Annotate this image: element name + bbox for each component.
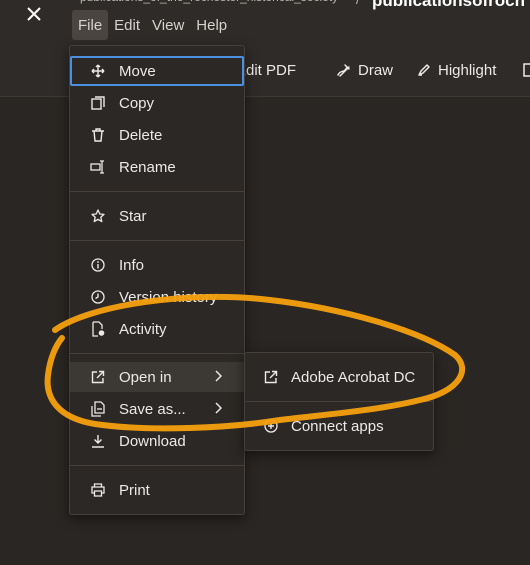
menu-item-label: Star: [119, 207, 147, 225]
comment-icon: [523, 63, 530, 77]
menu-item-label: Rename: [119, 158, 176, 176]
highlight-button[interactable]: Highlight: [416, 58, 496, 82]
document-title[interactable]: publicationsofroch: [372, 0, 525, 11]
menu-item-label: Print: [119, 481, 150, 499]
save-as-icon: [90, 401, 106, 417]
move-icon: [90, 63, 106, 79]
menu-item-move[interactable]: Move: [70, 56, 244, 86]
menu-item-copy[interactable]: Copy: [70, 88, 244, 118]
menu-item-label: Delete: [119, 126, 163, 144]
menu-item-label: Version history: [119, 288, 218, 306]
menu-item-open-in[interactable]: Open in: [70, 362, 244, 392]
copy-icon: [90, 95, 106, 111]
submenu-item-connect-apps[interactable]: Connect apps: [245, 411, 433, 441]
menu-divider: [70, 191, 244, 192]
menu-item-delete[interactable]: Delete: [70, 120, 244, 150]
comment-button[interactable]: [522, 58, 530, 82]
draw-button[interactable]: Draw: [336, 58, 393, 82]
menu-item-rename[interactable]: Rename: [70, 152, 244, 182]
submenu-item-label: Connect apps: [291, 417, 384, 435]
file-menu: Move Copy Delete Rename Star Info Versio…: [69, 45, 245, 515]
draw-label: Draw: [358, 61, 394, 79]
rename-icon: [90, 159, 106, 175]
star-icon: [90, 208, 106, 224]
menu-item-version-history[interactable]: Version history: [70, 282, 244, 312]
submenu-item-label: Adobe Acrobat DC: [291, 368, 416, 386]
menu-view[interactable]: View: [146, 10, 190, 40]
menu-item-label: Activity: [119, 320, 167, 338]
trash-icon: [90, 127, 106, 143]
open-in-submenu: Adobe Acrobat DC Connect apps: [244, 352, 434, 451]
menu-item-label: Move: [119, 62, 156, 80]
menu-item-star[interactable]: Star: [70, 201, 244, 231]
clock-icon: [90, 289, 106, 305]
submenu-item-adobe-acrobat[interactable]: Adobe Acrobat DC: [245, 362, 433, 392]
edit-pdf-button[interactable]: Edit PDF: [236, 58, 296, 82]
highlight-icon: [418, 64, 430, 76]
edit-pdf-label: Edit PDF: [236, 61, 297, 79]
menu-item-download[interactable]: Download: [70, 426, 244, 456]
draw-icon: [337, 64, 350, 77]
external-link-icon: [90, 369, 106, 385]
menu-item-activity[interactable]: Activity: [70, 314, 244, 344]
menu-item-label: Open in: [119, 368, 172, 386]
info-icon: [90, 257, 106, 273]
menu-item-label: Copy: [119, 94, 155, 112]
breadcrumb-separator: /: [356, 0, 360, 7]
menu-item-info[interactable]: Info: [70, 250, 244, 280]
highlight-label: Highlight: [438, 61, 497, 79]
print-icon: [90, 482, 106, 498]
chevron-right-icon: [215, 402, 222, 414]
menu-edit[interactable]: Edit: [108, 10, 146, 40]
menu-divider: [70, 240, 244, 241]
menu-divider: [70, 465, 244, 466]
activity-icon: [90, 321, 106, 337]
menu-item-label: Info: [119, 256, 145, 274]
plus-circle-icon: [263, 418, 279, 434]
menu-help[interactable]: Help: [190, 10, 233, 40]
menu-bar: File Edit View Help: [72, 10, 233, 40]
menu-item-print[interactable]: Print: [70, 475, 244, 505]
external-link-icon: [263, 369, 279, 385]
menu-item-label: Save as...: [119, 400, 186, 418]
download-icon: [90, 433, 106, 449]
menu-divider: [70, 353, 244, 354]
menu-item-label: Download: [119, 432, 186, 450]
menu-item-save-as[interactable]: Save as...: [70, 394, 244, 424]
breadcrumb[interactable]: publications_of_the_rochester_historical…: [80, 0, 338, 4]
close-button[interactable]: [22, 2, 46, 26]
menu-file[interactable]: File: [72, 10, 109, 40]
close-icon: [27, 7, 41, 21]
chevron-right-icon: [215, 370, 222, 382]
menu-divider: [245, 401, 433, 402]
